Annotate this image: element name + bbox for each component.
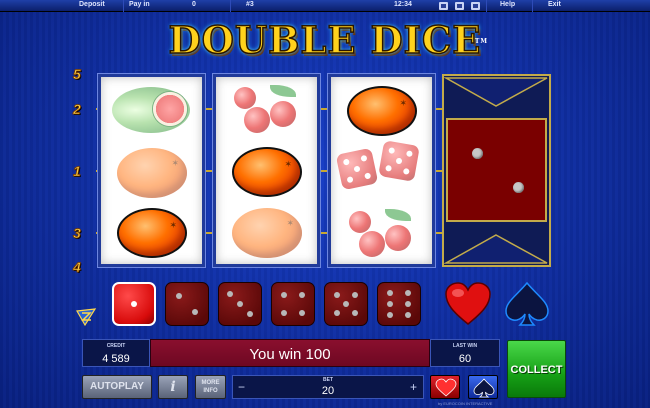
pay-in-value: 0 (192, 1, 196, 8)
game-id: #3 (246, 1, 254, 8)
more-info-button[interactable]: MORE INFO (195, 375, 226, 399)
payline-number-5: 5 (73, 66, 82, 83)
settings-icon[interactable] (471, 2, 480, 10)
gamble-top-arrow-icon (444, 77, 548, 107)
divider (486, 0, 487, 12)
game-title-logo: DOUBLE DICE TM (160, 17, 490, 63)
win-message: You win 100 (249, 346, 331, 363)
deposit-link[interactable]: Deposit (79, 1, 105, 8)
payline-number-2: 2 (73, 101, 82, 118)
bet-control: − BET 20 + (232, 375, 424, 399)
reel-3 (328, 74, 435, 267)
heart-gamble-button[interactable] (443, 280, 493, 328)
bet-value: 20 (321, 385, 335, 397)
game-title: DOUBLE DICE (168, 17, 482, 63)
payline-number-1: 1 (73, 163, 82, 180)
reel-2 (213, 74, 320, 267)
brand-logo-icon (76, 308, 97, 327)
dice-5-button[interactable] (324, 282, 368, 326)
orange-symbol (347, 86, 417, 136)
spade-mini-button[interactable] (468, 375, 498, 399)
credit-display: CREDIT 4 589 (82, 339, 150, 367)
spade-icon (473, 378, 495, 398)
divider (123, 0, 124, 12)
dice-3-button[interactable] (218, 282, 262, 326)
cherries-symbol (234, 83, 304, 137)
pay-in-label[interactable]: Pay in (129, 1, 150, 8)
bet-label: BET (323, 377, 333, 383)
message-bar: You win 100 (150, 339, 430, 367)
credit-label: CREDIT (106, 343, 126, 349)
last-win-value: 60 (458, 353, 472, 365)
orange-symbol (232, 147, 302, 197)
bet-increase-button[interactable]: + (410, 380, 417, 394)
orange-symbol (117, 148, 187, 198)
dice-symbol (335, 140, 429, 193)
orange-symbol (117, 208, 187, 258)
heart-mini-button[interactable] (430, 375, 460, 399)
exit-link[interactable]: Exit (548, 1, 561, 8)
gamble-bottom-arrow-icon (444, 234, 548, 264)
last-win-display: LAST WIN 60 (430, 339, 500, 367)
spade-gamble-button[interactable] (502, 280, 552, 328)
payline-number-4: 4 (73, 259, 82, 276)
watermelon-symbol (112, 87, 190, 133)
cherries-symbol (349, 207, 419, 261)
dice-6-button[interactable] (377, 282, 421, 326)
info-button[interactable]: i (158, 375, 188, 399)
orange-symbol (232, 208, 302, 258)
last-win-label: LAST WIN (452, 343, 478, 349)
divider (230, 0, 231, 12)
dice-1-button[interactable] (112, 282, 156, 326)
sound-icon[interactable] (439, 2, 448, 10)
help-link[interactable]: Help (500, 1, 515, 8)
reel-1 (98, 74, 205, 267)
gamble-dice-card (446, 118, 547, 222)
top-bar: Deposit Pay in 0 #3 12:34 Help Exit (0, 0, 650, 12)
trademark: TM (474, 38, 488, 45)
autoplay-button[interactable]: AUTOPLAY (82, 375, 152, 399)
more-info-line2: INFO (203, 388, 218, 394)
credit-value: 4 589 (102, 353, 130, 365)
gamble-box (442, 74, 551, 267)
footer-brand: by EUROCOIN INTERACTIVE (438, 401, 493, 406)
dice-2-button[interactable] (165, 282, 209, 326)
heart-icon (435, 378, 457, 397)
collect-button[interactable]: COLLECT (507, 340, 566, 398)
divider (532, 0, 533, 12)
dice-4-button[interactable] (271, 282, 315, 326)
payline-number-3: 3 (73, 225, 82, 242)
more-info-line1: MORE (201, 380, 220, 386)
fullscreen-icon[interactable] (455, 2, 464, 10)
clock: 12:34 (394, 1, 412, 8)
